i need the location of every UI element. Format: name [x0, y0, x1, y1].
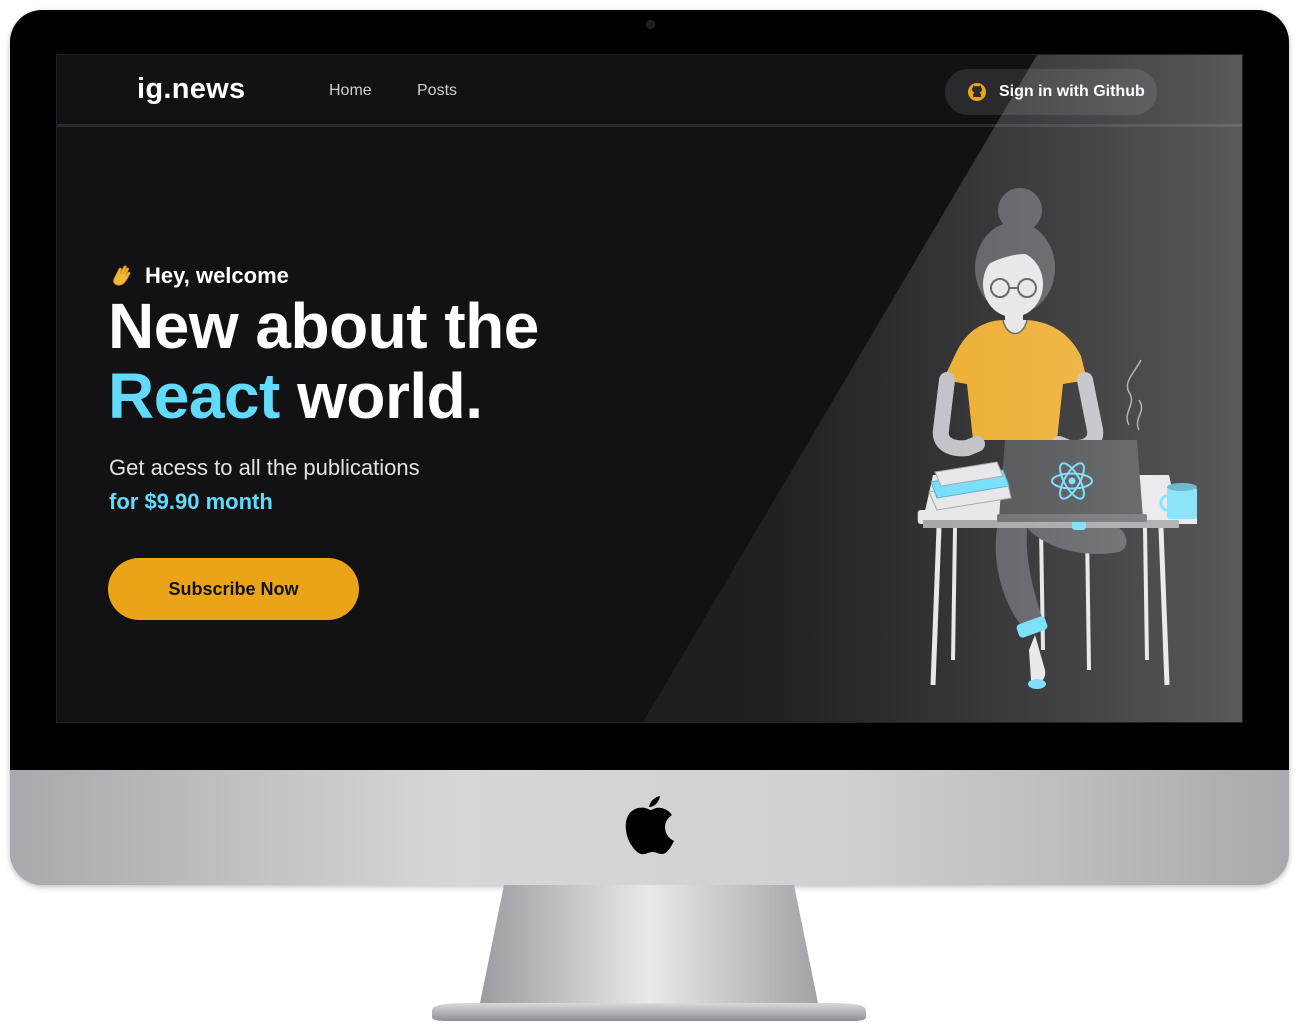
nav-link-posts[interactable]: Posts — [417, 82, 457, 100]
hero-title-line1: New about the — [108, 290, 539, 362]
github-icon — [968, 83, 986, 101]
signin-label: Sign in with Github — [999, 83, 1145, 100]
brand-logo[interactable]: ig.news — [137, 73, 245, 106]
hero-greeting: Hey, welcome — [109, 263, 289, 289]
hero-subtitle: Get acess to all the publications — [109, 455, 420, 480]
monitor-stand — [432, 885, 866, 1021]
hero-price: for $9.90 month — [109, 489, 273, 514]
hero-title: New about the React world. — [108, 291, 539, 431]
camera-icon — [646, 20, 655, 29]
subscribe-button[interactable]: Subscribe Now — [108, 558, 359, 620]
waving-hand-icon — [113, 265, 131, 286]
apple-logo-icon — [625, 796, 674, 855]
greeting-text: Hey, welcome — [145, 263, 289, 288]
app-screen: ig.news Home Posts Sign in with Github H… — [56, 54, 1243, 723]
nav-link-home[interactable]: Home — [329, 82, 372, 100]
hero-title-accent: React — [108, 360, 280, 432]
app-header: ig.news Home Posts Sign in with Github — [57, 55, 1242, 127]
woman-laptop-illustration — [917, 188, 1197, 689]
hero-title-rest: world. — [279, 360, 483, 432]
signin-github-button[interactable]: Sign in with Github — [945, 69, 1157, 115]
